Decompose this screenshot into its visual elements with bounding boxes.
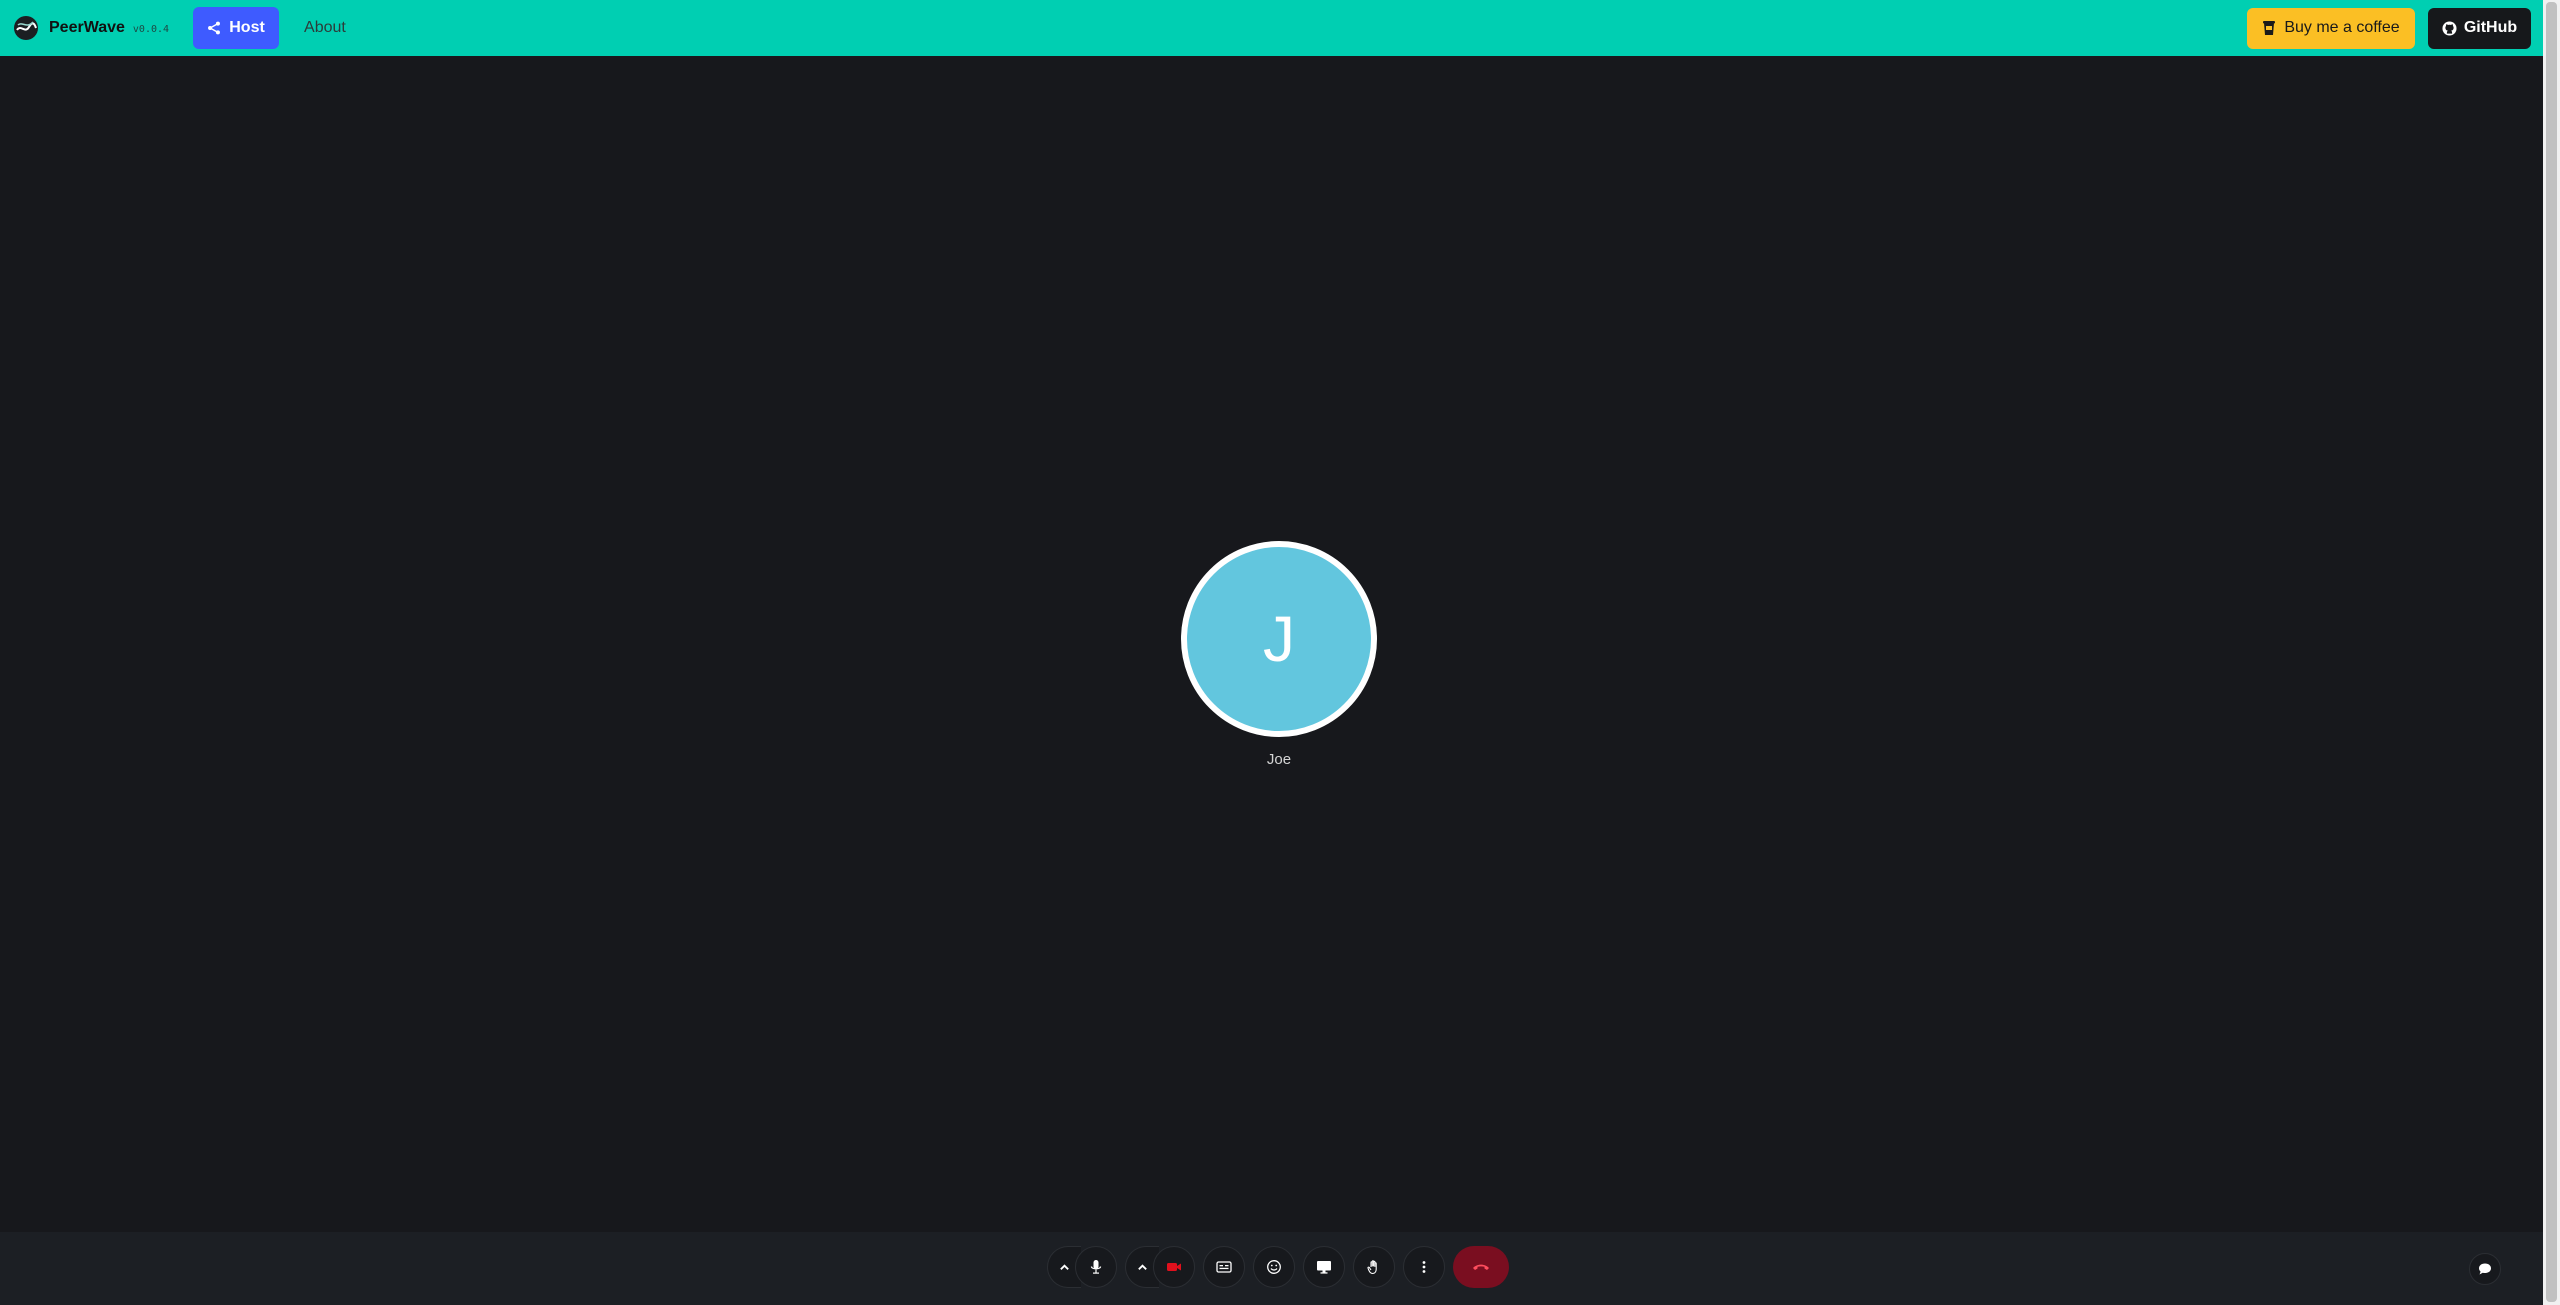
smiley-icon bbox=[1267, 1260, 1281, 1274]
share-icon bbox=[208, 21, 221, 35]
peerwave-logo-icon bbox=[14, 16, 38, 40]
participant-name: Joe bbox=[1266, 751, 1292, 768]
raise-hand-button[interactable] bbox=[1353, 1246, 1395, 1288]
brand[interactable]: PeerWave v0.0.4 bbox=[13, 15, 169, 41]
hang-up-button[interactable] bbox=[1453, 1246, 1509, 1288]
phone-hangup-icon bbox=[1473, 1264, 1489, 1270]
captions-button[interactable] bbox=[1203, 1246, 1245, 1288]
microphone-icon bbox=[1090, 1260, 1102, 1274]
brand-version: v0.0.4 bbox=[132, 24, 170, 35]
github-button[interactable]: GitHub bbox=[2428, 7, 2531, 49]
chat-bubble-icon bbox=[2479, 1263, 2491, 1275]
closed-captions-icon bbox=[1216, 1261, 1232, 1273]
navbar-right: Buy me a coffee GitHub bbox=[2247, 7, 2531, 49]
avatar: J bbox=[1181, 541, 1377, 737]
more-options-button[interactable] bbox=[1403, 1246, 1445, 1288]
buy-me-a-coffee-button[interactable]: Buy me a coffee bbox=[2247, 7, 2415, 49]
call-controls bbox=[1047, 1246, 1509, 1288]
participant-tile: J Joe bbox=[1181, 541, 1377, 768]
chat-button[interactable] bbox=[2469, 1253, 2501, 1285]
app-page: PeerWave v0.0.4 Host About Buy me a coff… bbox=[0, 0, 2560, 1305]
brand-name: PeerWave bbox=[49, 19, 125, 36]
coffee-button-label: Buy me a coffee bbox=[2284, 19, 2400, 36]
video-off-icon bbox=[1167, 1263, 1181, 1271]
monitor-icon bbox=[1317, 1261, 1331, 1274]
host-button[interactable]: Host bbox=[193, 7, 280, 49]
camera-group bbox=[1125, 1246, 1195, 1288]
microphone-button[interactable] bbox=[1075, 1246, 1117, 1288]
chevron-up-icon bbox=[1060, 1263, 1069, 1270]
reactions-button[interactable] bbox=[1253, 1246, 1295, 1288]
coffee-cup-icon bbox=[2263, 21, 2276, 35]
chevron-up-icon bbox=[1138, 1263, 1147, 1270]
hand-icon bbox=[1367, 1260, 1377, 1275]
about-link[interactable]: About bbox=[304, 19, 346, 37]
scrollbar-thumb[interactable] bbox=[2546, 2, 2557, 1302]
camera-button[interactable] bbox=[1153, 1246, 1195, 1288]
host-button-label: Host bbox=[229, 19, 265, 36]
vertical-dots-icon bbox=[1422, 1261, 1426, 1273]
share-screen-button[interactable] bbox=[1303, 1246, 1345, 1288]
github-icon bbox=[2442, 20, 2457, 36]
page-scrollbar[interactable] bbox=[2543, 0, 2560, 1305]
video-stage: J Joe bbox=[0, 56, 2543, 1232]
microphone-group bbox=[1047, 1246, 1117, 1288]
github-button-label: GitHub bbox=[2463, 19, 2518, 36]
avatar-initial: J bbox=[1263, 603, 1295, 675]
top-navbar: PeerWave v0.0.4 Host About Buy me a coff… bbox=[0, 0, 2543, 56]
control-bar bbox=[0, 1232, 2543, 1305]
